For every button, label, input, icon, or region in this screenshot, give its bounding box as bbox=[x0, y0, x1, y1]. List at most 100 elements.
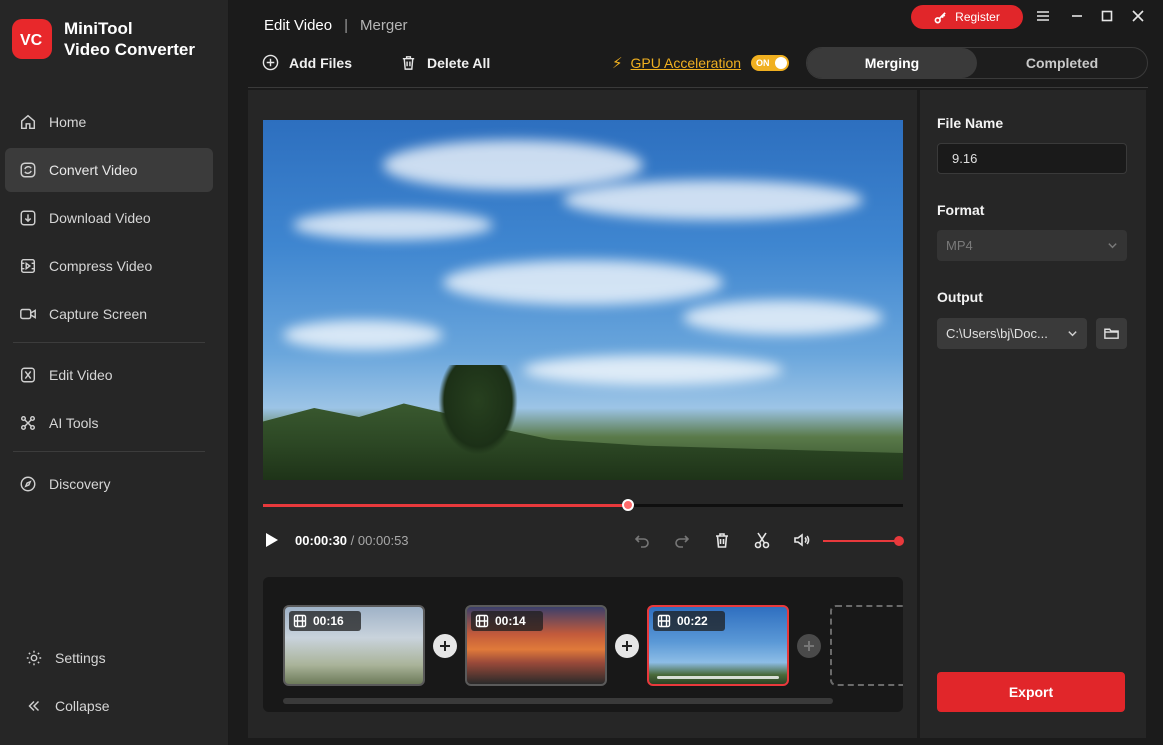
tab-merging[interactable]: Merging bbox=[807, 48, 977, 78]
folder-icon bbox=[1104, 328, 1119, 339]
app-name-line2: Video Converter bbox=[64, 40, 196, 59]
register-button[interactable]: Register bbox=[911, 5, 1023, 29]
film-icon bbox=[657, 614, 671, 628]
sidebar-item-home[interactable]: Home bbox=[5, 100, 213, 144]
insert-clip-button[interactable] bbox=[615, 634, 639, 658]
settings-label: Settings bbox=[55, 650, 106, 666]
sidebar-item-capture-screen[interactable]: Capture Screen bbox=[5, 292, 213, 336]
total-time: 00:00:53 bbox=[357, 533, 409, 548]
undo-icon bbox=[634, 535, 649, 548]
editor-main-panel: 00:00:30 / 00:00:53 00:16 00:14 00:22 bbox=[248, 90, 917, 738]
maximize-icon bbox=[1101, 10, 1113, 22]
toggle-knob bbox=[775, 57, 788, 69]
svg-text:VC: VC bbox=[20, 32, 43, 49]
trash-icon bbox=[716, 533, 728, 548]
minimize-button[interactable] bbox=[1068, 7, 1086, 25]
clip-duration: 00:22 bbox=[677, 614, 708, 628]
clip-trim-bar bbox=[657, 676, 779, 679]
lightning-icon: ⚡ bbox=[612, 55, 623, 72]
home-icon bbox=[20, 114, 36, 130]
tab-completed[interactable]: Completed bbox=[977, 48, 1147, 78]
collapse-button[interactable]: Collapse bbox=[5, 684, 213, 728]
maximize-button[interactable] bbox=[1098, 7, 1116, 25]
add-files-label: Add Files bbox=[289, 54, 353, 71]
trash-icon bbox=[402, 56, 415, 70]
clip-duration-badge: 00:16 bbox=[289, 611, 361, 631]
timeline-clip[interactable]: 00:16 bbox=[283, 605, 425, 686]
register-label: Register bbox=[955, 10, 1000, 24]
chevron-down-icon bbox=[1068, 331, 1077, 337]
gpu-acceleration-link[interactable]: GPU Acceleration bbox=[631, 55, 742, 71]
volume-handle[interactable] bbox=[894, 536, 904, 546]
plus-icon bbox=[804, 641, 814, 651]
compress-icon bbox=[20, 258, 36, 274]
preview-cloud bbox=[563, 180, 863, 220]
undo-button[interactable] bbox=[633, 531, 653, 551]
insert-clip-button[interactable] bbox=[433, 634, 457, 658]
app-name: MiniTool Video Converter bbox=[64, 18, 195, 60]
clip-duration: 00:14 bbox=[495, 614, 526, 628]
timeline-clip[interactable]: 00:14 bbox=[465, 605, 607, 686]
app-logo: VC MiniTool Video Converter bbox=[12, 18, 195, 60]
cut-button[interactable] bbox=[753, 531, 773, 551]
clip-duration-badge: 00:22 bbox=[653, 611, 725, 631]
merge-settings-panel: File Name 9.16 Format MP4 Output C:\User… bbox=[920, 90, 1146, 738]
preview-cloud bbox=[683, 300, 883, 335]
file-name-input[interactable]: 9.16 bbox=[937, 143, 1127, 174]
delete-all-label: Delete All bbox=[427, 54, 491, 71]
clip-duration: 00:16 bbox=[313, 614, 344, 628]
delete-clip-button[interactable] bbox=[713, 531, 733, 551]
hamburger-icon bbox=[1037, 11, 1049, 21]
sidebar-item-label: Capture Screen bbox=[49, 306, 148, 322]
gpu-toggle[interactable]: ON bbox=[751, 55, 790, 71]
tab-merger[interactable]: Merger bbox=[360, 17, 408, 34]
progress-fill bbox=[263, 504, 628, 507]
progress-handle[interactable] bbox=[621, 499, 634, 511]
sidebar-item-download-video[interactable]: Download Video bbox=[5, 196, 213, 240]
download-icon bbox=[20, 210, 36, 226]
redo-button[interactable] bbox=[673, 531, 693, 551]
sidebar-nav: Home Convert Video Download Video Compre… bbox=[5, 100, 213, 510]
preview-cloud bbox=[283, 320, 443, 350]
add-circle-icon bbox=[262, 54, 279, 71]
top-bar: Edit Video | Merger Add Files Delete All… bbox=[230, 0, 1163, 88]
timeline-clip-selected[interactable]: 00:22 bbox=[647, 605, 789, 686]
add-clip-slot[interactable] bbox=[830, 605, 903, 686]
format-select[interactable]: MP4 bbox=[937, 230, 1127, 261]
tab-separator: | bbox=[344, 17, 349, 34]
browse-folder-button[interactable] bbox=[1096, 318, 1127, 349]
add-files-button[interactable]: Add Files bbox=[262, 54, 352, 71]
close-button[interactable] bbox=[1129, 7, 1147, 25]
scissors-icon bbox=[754, 532, 770, 549]
settings-button[interactable]: Settings bbox=[5, 636, 213, 680]
key-icon bbox=[934, 11, 946, 23]
play-button[interactable] bbox=[266, 533, 278, 547]
plus-icon bbox=[440, 641, 450, 651]
sidebar-item-edit-video[interactable]: Edit Video bbox=[5, 353, 213, 397]
timeline-scrollbar[interactable] bbox=[283, 698, 833, 704]
volume-button[interactable] bbox=[793, 531, 813, 551]
convert-icon bbox=[20, 162, 36, 178]
sidebar-item-discovery[interactable]: Discovery bbox=[5, 462, 213, 506]
tab-edit-video[interactable]: Edit Video bbox=[264, 17, 332, 34]
preview-cloud bbox=[443, 260, 723, 305]
chevron-down-icon bbox=[1108, 243, 1117, 249]
export-button[interactable]: Export bbox=[937, 672, 1125, 712]
output-label: Output bbox=[937, 289, 983, 305]
volume-slider[interactable] bbox=[823, 540, 899, 542]
output-path-value: C:\Users\bj\Doc... bbox=[946, 326, 1048, 341]
output-path-select[interactable]: C:\Users\bj\Doc... bbox=[937, 318, 1087, 349]
menu-button[interactable] bbox=[1034, 7, 1052, 25]
close-icon bbox=[1132, 10, 1144, 22]
app-name-line1: MiniTool bbox=[64, 19, 133, 38]
sidebar-item-ai-tools[interactable]: AI Tools bbox=[5, 401, 213, 445]
redo-icon bbox=[675, 535, 690, 548]
gpu-acceleration: ⚡ GPU Acceleration ON bbox=[612, 54, 790, 72]
delete-all-button[interactable]: Delete All bbox=[400, 54, 490, 71]
sidebar-item-label: Convert Video bbox=[49, 162, 138, 178]
app-window: VC MiniTool Video Converter Home Convert… bbox=[0, 0, 1163, 745]
sidebar-item-compress-video[interactable]: Compress Video bbox=[5, 244, 213, 288]
sidebar-item-convert-video[interactable]: Convert Video bbox=[5, 148, 213, 192]
playback-progress-bar[interactable] bbox=[263, 499, 903, 511]
insert-clip-button[interactable] bbox=[797, 634, 821, 658]
